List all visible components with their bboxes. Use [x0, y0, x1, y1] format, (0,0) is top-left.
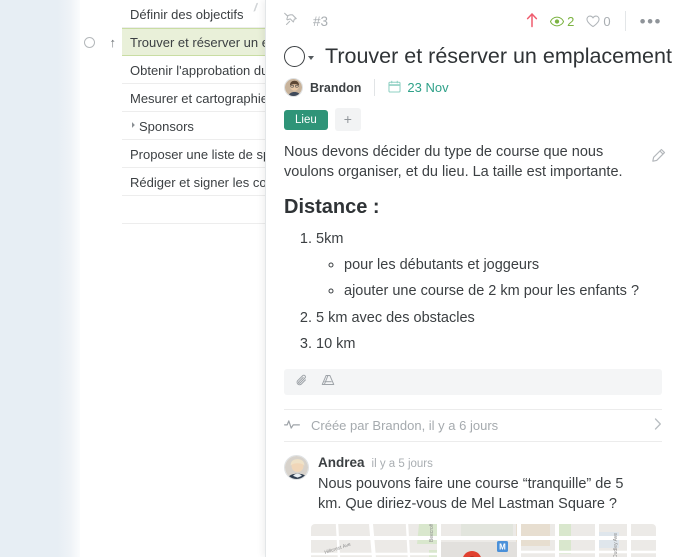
likes-count: 0	[603, 13, 611, 29]
task-label: Trouver et réserver un emplacement	[130, 34, 265, 50]
task-label: Mesurer et cartographier le parcours	[130, 90, 265, 106]
task-detail-panel: #3 2 0 ••• Trouver et réserver un emplac…	[265, 0, 680, 557]
description-text: Nous devons décider du type de course qu…	[284, 144, 623, 180]
activity-row[interactable]: Créée par Brandon, il y a 6 jours	[284, 409, 662, 443]
comment-item: Andrea il y a 5 jours Nous pouvons faire…	[266, 455, 680, 514]
paperclip-icon[interactable]	[295, 374, 309, 390]
chevron-collapse-icon[interactable]	[129, 122, 135, 128]
description-block[interactable]: Nous devons décider du type de course qu…	[266, 142, 680, 182]
list-item: 5 km avec des obstacles	[316, 308, 680, 329]
detail-top-bar-actions: 2 0 •••	[526, 11, 662, 31]
issue-number: #3	[313, 13, 329, 29]
task-list-row[interactable]: Définir des objectifs ⁄⁄	[80, 0, 265, 28]
eye-icon	[550, 16, 565, 26]
comment-body: Nous pouvons faire une course “tranquill…	[318, 476, 624, 513]
arrow-up-icon[interactable]	[526, 12, 538, 31]
task-label: Rédiger et signer les contrats	[130, 174, 265, 190]
ellipsis-icon[interactable]: •••	[640, 13, 662, 30]
svg-text:M: M	[499, 543, 506, 552]
due-date[interactable]: 23 Nov	[407, 80, 448, 95]
task-row-body[interactable]: Rédiger et signer les contrats	[122, 168, 265, 196]
avatar-brandon[interactable]	[284, 78, 303, 97]
activity-text: Créée par Brandon, il y a 6 jours	[311, 418, 499, 434]
list-item: 5km pour les débutants et joggeurs ajout…	[316, 229, 680, 302]
row-separator	[122, 223, 265, 224]
detail-title-row: Trouver et réserver un emplacement	[266, 44, 680, 69]
task-label: Proposer une liste de sponsors	[130, 146, 265, 162]
row-gutter: ↑	[80, 36, 122, 49]
description-ordered-list: 5km pour les débutants et joggeurs ajout…	[266, 229, 680, 355]
comment-header: Andrea il y a 5 jours	[318, 455, 648, 470]
arrow-up-icon[interactable]: ↑	[110, 36, 117, 49]
task-group-label: Sponsors	[139, 118, 194, 134]
list-item: 10 km	[316, 334, 680, 355]
page-title[interactable]: Trouver et réserver un emplacement	[325, 44, 672, 69]
task-list-row-selected[interactable]: ↑ Trouver et réserver un emplacement	[80, 28, 265, 56]
task-row-body[interactable]: Sponsors	[122, 112, 265, 140]
task-list-row[interactable]: Rédiger et signer les contrats	[80, 168, 265, 196]
likes-stat[interactable]: 0	[586, 13, 611, 29]
chevron-right-icon[interactable]	[654, 418, 662, 433]
google-drive-icon[interactable]	[321, 374, 335, 390]
pin-icon[interactable]	[284, 12, 299, 31]
detail-meta-row: Brandon 23 Nov	[266, 78, 680, 97]
task-list-column[interactable]: Définir des objectifs ⁄⁄ ↑ Trouver et ré…	[80, 0, 265, 557]
task-row-body[interactable]: Trouver et réserver un emplacement	[122, 28, 265, 56]
task-list-row[interactable]: Mesurer et cartographier le parcours	[80, 84, 265, 112]
sub-list-item: ajouter une course de 2 km pour les enfa…	[344, 281, 680, 302]
detail-top-bar: #3 2 0 •••	[266, 0, 680, 42]
left-navigation-rail	[0, 0, 80, 557]
task-list-row-empty	[80, 196, 265, 224]
svg-text:Beecroft Rd: Beecroft Rd	[429, 524, 435, 542]
circle-incomplete-icon[interactable]	[284, 46, 305, 67]
description-section-heading: Distance :	[284, 196, 380, 218]
tag-row: Lieu +	[266, 108, 680, 131]
heart-icon	[586, 15, 600, 27]
attachment-toolbar[interactable]	[284, 369, 662, 396]
task-label: Définir des objectifs	[130, 6, 244, 22]
chevron-down-icon[interactable]	[308, 56, 314, 60]
comment-author[interactable]: Andrea	[318, 455, 365, 470]
calendar-icon	[388, 80, 401, 96]
circle-incomplete-icon[interactable]	[84, 36, 95, 48]
task-list-group-row[interactable]: Sponsors	[80, 112, 265, 140]
task-row-body[interactable]: Définir des objectifs	[122, 0, 265, 28]
comment-content: Andrea il y a 5 jours Nous pouvons faire…	[318, 455, 648, 514]
comment-timestamp: il y a 5 jours	[371, 458, 433, 471]
pencil-icon[interactable]	[651, 148, 666, 167]
watchers-stat[interactable]: 2	[550, 14, 574, 29]
app-root: Définir des objectifs ⁄⁄ ↑ Trouver et ré…	[0, 0, 680, 557]
map-image: M Hillcrest Ave Poyntz Ave Lorraine Ave …	[311, 524, 656, 557]
task-list-row[interactable]: Obtenir l'approbation du comité	[80, 56, 265, 84]
tag-chip[interactable]: Lieu	[284, 109, 328, 130]
task-row-body[interactable]: Obtenir l'approbation du comité	[122, 56, 265, 84]
task-row-body[interactable]: Mesurer et cartographier le parcours	[122, 84, 265, 112]
avatar-andrea[interactable]	[284, 455, 309, 481]
watchers-count: 2	[567, 13, 575, 29]
toolbar-divider	[624, 11, 626, 31]
sub-list-item: pour les débutants et joggeurs	[344, 255, 680, 276]
task-row-body	[122, 196, 265, 224]
meta-divider	[374, 79, 376, 96]
comment-map-attachment[interactable]: M Hillcrest Ave Poyntz Ave Lorraine Ave …	[311, 524, 656, 557]
list-item-text: 5km	[316, 231, 344, 247]
task-label: Obtenir l'approbation du comité	[130, 62, 265, 78]
assignee-name[interactable]: Brandon	[310, 81, 361, 95]
description-sub-list: pour les débutants et joggeurs ajouter u…	[316, 255, 680, 302]
activity-pulse-icon	[284, 418, 300, 433]
task-list-row[interactable]: Proposer une liste de sponsors	[80, 140, 265, 168]
task-row-body[interactable]: Proposer une liste de sponsors	[122, 140, 265, 168]
add-tag-button[interactable]: +	[334, 108, 361, 131]
svg-text:Dudley Ave: Dudley Ave	[613, 533, 619, 557]
